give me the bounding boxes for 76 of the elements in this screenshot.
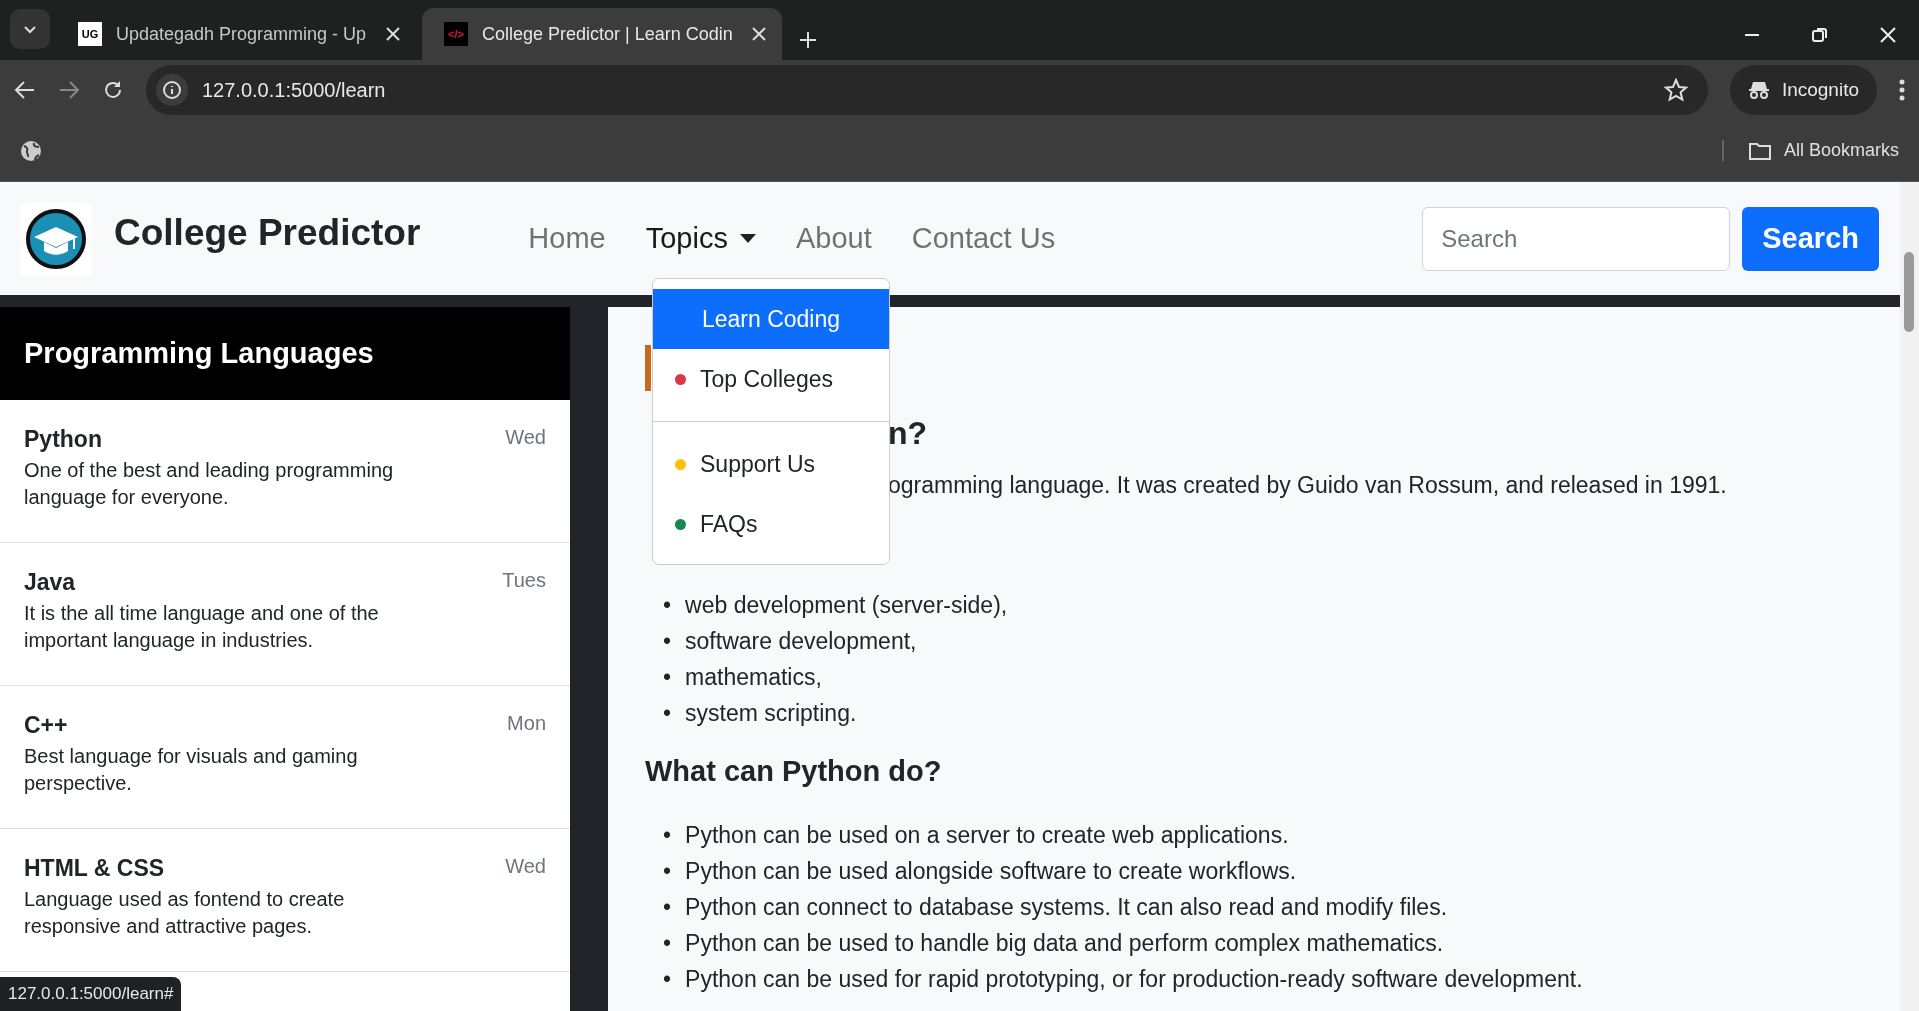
picture-edge [645,345,651,391]
bullet-marker: • [663,591,672,620]
browser-tab[interactable]: UG Updategadh Programming - Up [56,8,416,60]
language-description: One of the best and leading programming language for everyone. [24,458,395,510]
star-icon[interactable] [1663,78,1688,102]
nav-link[interactable]: About [777,214,890,263]
bullet-marker: • [663,857,672,886]
close-icon[interactable] [386,27,400,41]
scrollbar[interactable] [1900,182,1919,1011]
nav-link[interactable]: Home [510,214,624,263]
language-name: Java [24,569,77,596]
day-label: Wed [505,426,546,450]
day-label: Mon [507,712,546,736]
list-item: Python can connect to database systems. It can also read and modify files. [685,893,1448,922]
bullet-marker: • [663,663,672,692]
day-label: Wed [505,855,546,879]
all-bookmarks-button[interactable]: All Bookmarks [1721,140,1899,161]
address-bar[interactable]: 127.0.0.1:5000/learn [146,65,1708,115]
bullet-marker: • [663,699,672,728]
close-icon[interactable] [1879,26,1897,44]
bullet-marker: • [663,893,672,922]
list-item: software development, [685,627,917,656]
list-item: Python can be used on a server to create web applications. [685,821,1289,850]
list-item: Python can be used alongside software to create workflows. [685,857,1297,886]
bullet-marker: • [663,627,672,656]
list-item: web development (server-side), [685,591,1008,620]
language-name: HTML & CSS [24,855,166,882]
bullet-marker: • [663,821,672,850]
tab-title: College Predictor | Learn Codin [482,23,734,45]
dropdown-item[interactable]: Top Colleges [653,349,889,409]
list-item: system scripting. [685,699,857,728]
day-label: Tues [502,569,546,593]
sidebar-header: Programming Languages [0,307,570,400]
forward-arrow-icon[interactable] [58,79,80,101]
language-description: Language used as fontend to create responsive and attractive pages. [24,887,346,939]
nav-link[interactable]: Contact Us [893,214,1074,263]
reload-icon[interactable] [102,79,124,101]
dropdown-item[interactable]: FAQs [653,494,889,554]
section-heading: What can Python do? [645,754,943,789]
paragraph-text: ogramming language. It was created by Guido van Rossum, and released in 1991. [888,471,1727,500]
language-card[interactable]: C++ Mon Best language for visuals and gaming perspective. [0,686,570,829]
status-url: 127.0.0.1:5000/learn# [0,977,182,1011]
favicon: </> [444,22,468,46]
language-name: Python [24,426,103,453]
globe-icon[interactable] [20,139,42,162]
language-description: It is the all time language and one of the important language in industries. [24,601,380,653]
language-name: C++ [24,712,69,739]
back-arrow-icon[interactable] [14,79,36,101]
incognito-button[interactable]: Incognito [1729,65,1877,115]
bullet-marker: • [663,929,672,958]
search-button[interactable]: Search [1742,206,1879,271]
heading-text: n? [888,414,928,453]
language-description: Best language for visuals and gaming perspective. [24,744,359,796]
incognito-icon [1747,80,1770,100]
new-tab-icon[interactable] [798,30,818,50]
list-item: Python can be used to handle big data and perform complex mathematics. [685,929,1444,958]
folder-icon [1747,140,1772,161]
search-field[interactable]: Search [1422,206,1731,271]
restore-icon[interactable] [1811,26,1829,44]
language-card[interactable]: Python Wed One of the best and leading programming language for everyone. [0,400,570,543]
list-item: mathematics, [685,663,822,692]
close-icon[interactable] [752,27,766,41]
list-item: Python can be used for rapid prototyping, or for production-ready software development. [685,965,1583,994]
graduation-cap-logo[interactable] [20,202,92,275]
nav-link[interactable]: Topics [627,214,774,263]
tab-title: Updategadh Programming - Up [116,23,368,45]
language-card[interactable]: HTML & CSS Wed Language used as fontend to create responsive and attractive pages. [0,829,570,972]
language-card[interactable]: Java Tues It is the all time language and one of the important language in industries. [0,543,570,686]
favicon: UG [78,22,102,46]
brand-title[interactable]: College Predictor [114,211,421,254]
dropdown-item[interactable]: Learn Coding [653,289,889,349]
dropdown-item[interactable]: Support Us [653,434,889,494]
info-icon[interactable] [162,80,182,100]
menu-icon[interactable] [1899,79,1905,101]
browser-tab[interactable]: </> College Predictor | Learn Codin [422,8,782,60]
bullet-marker: • [663,965,672,994]
